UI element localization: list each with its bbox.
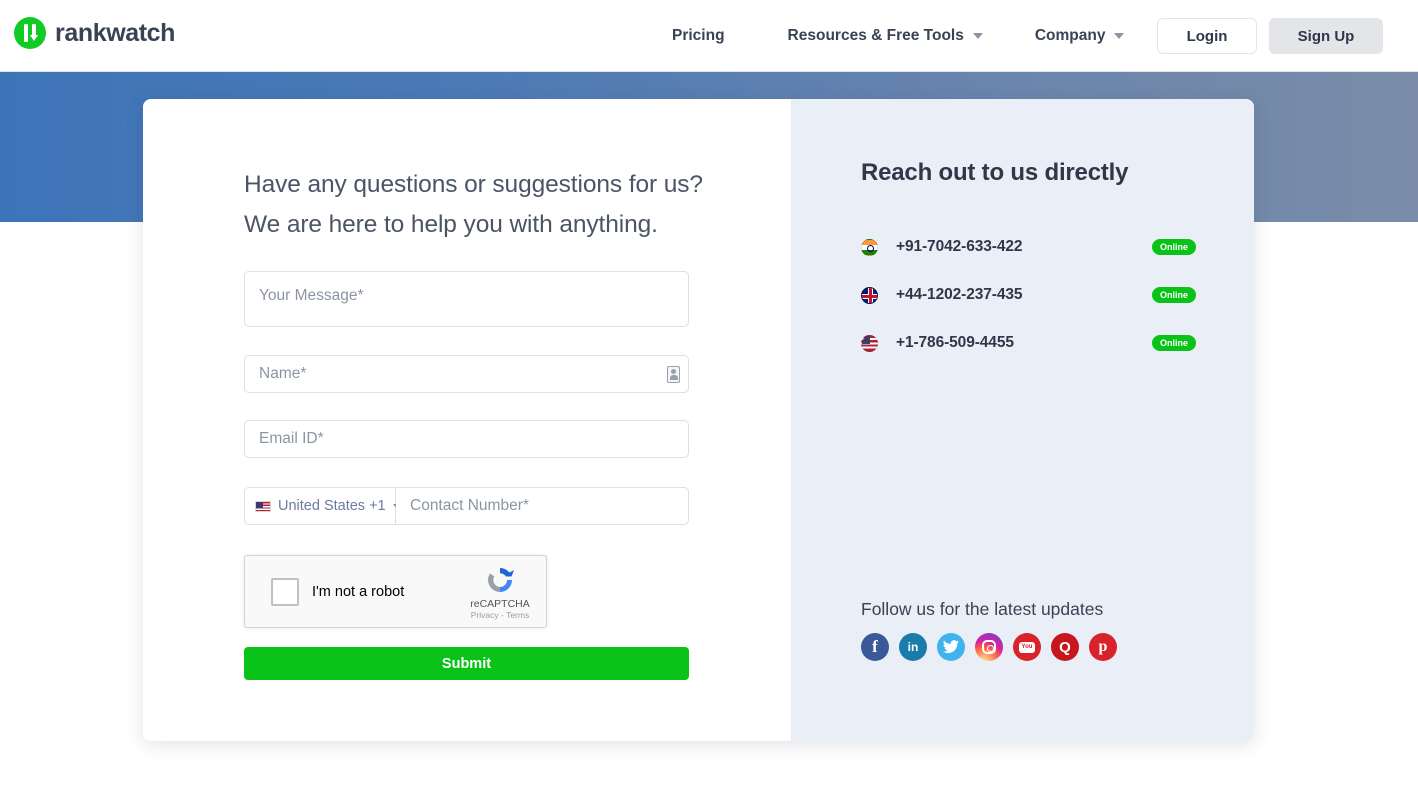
rankwatch-logo-icon bbox=[14, 17, 46, 49]
usa-flag-icon bbox=[255, 500, 271, 512]
submit-button[interactable]: Submit bbox=[244, 647, 689, 680]
recaptcha-label: I'm not a robot bbox=[312, 583, 405, 600]
recaptcha-legal-links[interactable]: Privacy - Terms bbox=[463, 610, 537, 621]
chevron-down-icon bbox=[1114, 33, 1125, 39]
instagram-icon[interactable] bbox=[975, 633, 1003, 661]
contact-card: Have any questions or suggestions for us… bbox=[143, 99, 1254, 741]
chevron-down-icon bbox=[972, 33, 983, 39]
email-placeholder: Email ID* bbox=[259, 430, 324, 447]
auth-buttons: Login Sign Up bbox=[1157, 18, 1383, 54]
nav-item-pricing[interactable]: Pricing bbox=[672, 27, 725, 45]
contact-number-input[interactable]: Contact Number* bbox=[396, 487, 689, 525]
usa-flag-icon bbox=[861, 334, 878, 352]
status-badge: Online bbox=[1151, 239, 1196, 255]
phone-row-india[interactable]: +91-7042-633-422 Online bbox=[861, 232, 1196, 262]
nav-label-company: Company bbox=[1034, 27, 1106, 44]
recaptcha-brand-name: reCAPTCHA bbox=[470, 598, 530, 610]
status-badge: Online bbox=[1151, 335, 1196, 351]
site-header: rankwatch Pricing Resources & Free Tools… bbox=[0, 0, 1418, 72]
nav-label-pricing: Pricing bbox=[672, 27, 725, 44]
nav-item-resources[interactable]: Resources & Free Tools bbox=[788, 27, 983, 45]
quora-icon[interactable]: Q bbox=[1051, 633, 1079, 661]
youtube-icon[interactable]: You bbox=[1013, 633, 1041, 661]
recaptcha-widget[interactable]: I'm not a robot reCAPTCHA Privacy - Term… bbox=[244, 555, 547, 628]
pinterest-icon[interactable]: р bbox=[1089, 633, 1117, 661]
info-heading: Reach out to us directly bbox=[861, 159, 1129, 186]
linkedin-icon[interactable]: in bbox=[899, 633, 927, 661]
contact-number-placeholder: Contact Number* bbox=[410, 497, 529, 514]
country-code-select[interactable]: United States +1 bbox=[244, 487, 401, 525]
name-placeholder: Name* bbox=[259, 365, 307, 382]
phone-row-uk[interactable]: +44-1202-237-435 Online bbox=[861, 280, 1196, 310]
main-navigation: Pricing Resources & Free Tools Company bbox=[672, 0, 1125, 72]
brand-logo[interactable]: rankwatch bbox=[14, 17, 175, 49]
recaptcha-logo-icon bbox=[487, 568, 514, 592]
facebook-icon[interactable]: f bbox=[861, 633, 889, 661]
recaptcha-branding: reCAPTCHA Privacy - Terms bbox=[463, 564, 537, 621]
form-heading-line2: We are here to help you with anything. bbox=[244, 211, 658, 238]
phone-number[interactable]: +1-786-509-4455 bbox=[896, 334, 1014, 352]
form-heading-line1: Have any questions or suggestions for us… bbox=[244, 171, 703, 198]
youtube-play-glyph: You bbox=[1019, 641, 1035, 653]
phone-number[interactable]: +91-7042-633-422 bbox=[896, 238, 1022, 256]
phone-input-group: United States +1 Contact Number* bbox=[244, 487, 689, 525]
country-code-label: United States +1 bbox=[278, 498, 386, 514]
phone-row-usa[interactable]: +1-786-509-4455 Online bbox=[861, 328, 1196, 358]
form-heading: Have any questions or suggestions for us… bbox=[244, 165, 703, 245]
contact-card-autofill-icon[interactable] bbox=[667, 365, 680, 383]
contact-form-panel: Have any questions or suggestions for us… bbox=[143, 99, 791, 741]
instagram-camera-glyph bbox=[982, 640, 996, 654]
india-flag-icon bbox=[861, 238, 878, 256]
twitter-bird-glyph bbox=[943, 640, 959, 654]
login-button[interactable]: Login bbox=[1157, 18, 1257, 54]
twitter-icon[interactable] bbox=[937, 633, 965, 661]
status-badge: Online bbox=[1151, 287, 1196, 303]
recaptcha-checkbox[interactable] bbox=[271, 577, 299, 606]
follow-us-heading: Follow us for the latest updates bbox=[861, 599, 1104, 619]
message-input[interactable]: Your Message* bbox=[244, 271, 689, 327]
message-placeholder: Your Message* bbox=[259, 287, 364, 304]
logo-arrow-icon bbox=[30, 35, 38, 41]
phone-list: +91-7042-633-422 Online +44-1202-237-435… bbox=[861, 232, 1196, 376]
email-input[interactable]: Email ID* bbox=[244, 420, 689, 458]
contact-info-panel: Reach out to us directly +91-7042-633-42… bbox=[791, 99, 1254, 741]
signup-button[interactable]: Sign Up bbox=[1269, 18, 1383, 54]
nav-label-resources: Resources & Free Tools bbox=[787, 27, 964, 44]
name-input[interactable]: Name* bbox=[244, 355, 689, 393]
uk-flag-icon bbox=[861, 286, 878, 304]
brand-name: rankwatch bbox=[55, 18, 176, 47]
nav-item-company[interactable]: Company bbox=[1035, 27, 1125, 45]
phone-number[interactable]: +44-1202-237-435 bbox=[896, 286, 1022, 304]
social-links: f in You Q р bbox=[861, 633, 1117, 661]
